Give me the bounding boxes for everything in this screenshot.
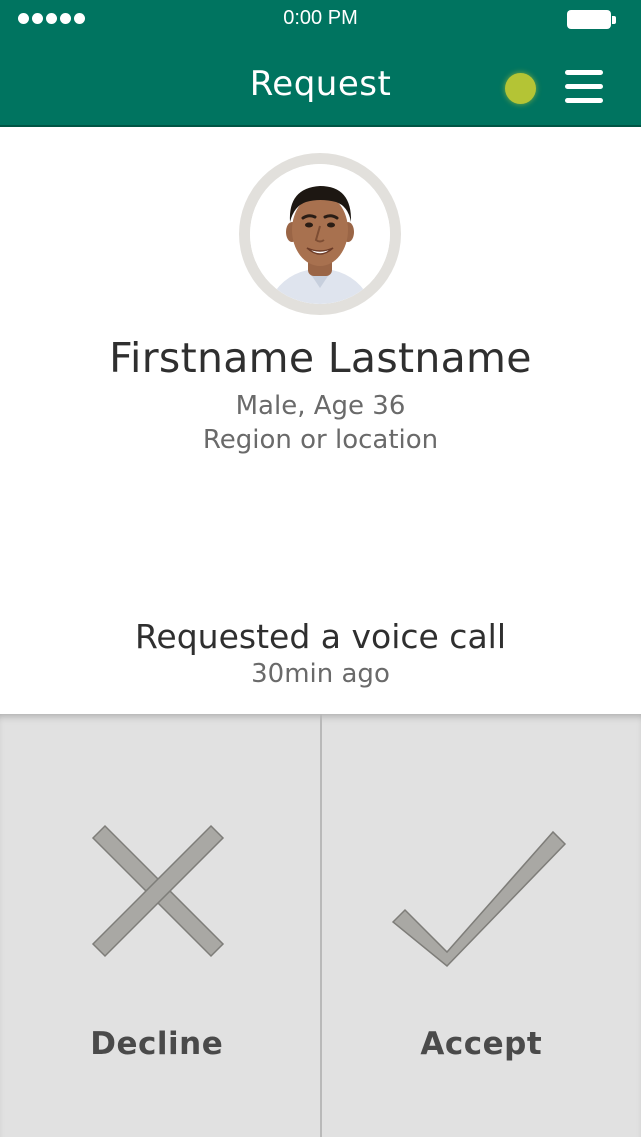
- decline-label: Decline: [90, 1026, 224, 1062]
- person-photo-icon: [250, 164, 390, 304]
- page-title: Request: [249, 64, 392, 104]
- battery-icon: [567, 10, 616, 29]
- request-description: Requested a voice call: [134, 617, 507, 656]
- checkmark-icon: [391, 830, 566, 968]
- online-status-indicator: [505, 73, 536, 104]
- status-bar: 0:00 PM: [0, 0, 641, 40]
- request-screen: 0:00 PM Request Firstname Lastname Male,…: [0, 0, 641, 1137]
- status-time: 0:00 PM: [283, 7, 358, 29]
- request-time-ago: 30min ago: [251, 659, 390, 689]
- profile-gender-age: Male, Age 36: [235, 391, 406, 421]
- profile-name: Firstname Lastname: [109, 334, 532, 382]
- profile-location: Region or location: [202, 425, 439, 455]
- hamburger-menu-icon[interactable]: [563, 70, 605, 106]
- action-bar: Decline Accept: [0, 714, 641, 1137]
- decline-button[interactable]: Decline: [0, 714, 322, 1137]
- avatar-frame: [239, 153, 401, 315]
- app-header: 0:00 PM Request: [0, 0, 641, 127]
- accept-button[interactable]: Accept: [322, 714, 641, 1137]
- avatar: [250, 164, 390, 304]
- x-icon: [91, 824, 225, 958]
- accept-label: Accept: [420, 1026, 543, 1062]
